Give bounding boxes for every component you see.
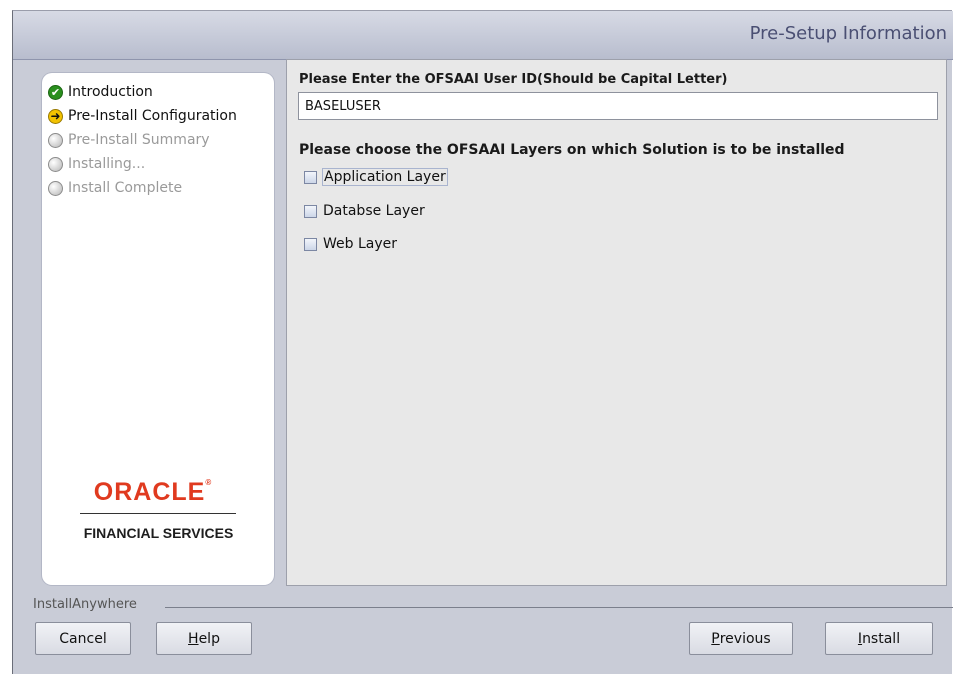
cancel-button[interactable]: Cancel xyxy=(35,622,131,655)
checkbox-box[interactable] xyxy=(304,204,317,218)
previous-button[interactable]: Previous xyxy=(689,622,793,655)
previous-label-rest: revious xyxy=(719,630,771,647)
checkbox-label: Web Layer xyxy=(323,236,398,252)
step-installing: Installing... xyxy=(48,153,145,175)
install-label-rest: nstall xyxy=(862,630,901,647)
footer-divider xyxy=(165,607,953,608)
oracle-logo: ORACLE® xyxy=(93,478,213,506)
title-bar: Pre-Setup Information xyxy=(13,11,953,60)
financial-services-text: FINANCIAL SERVICES xyxy=(83,525,234,541)
help-mnemonic: H xyxy=(188,630,199,647)
step-introduction: ✔ Introduction xyxy=(48,81,153,103)
layers-label: Please choose the OFSAAI Layers on which… xyxy=(299,142,845,158)
checkbox-box[interactable] xyxy=(304,237,317,251)
check-circle-icon: ✔ xyxy=(48,84,63,100)
empty-circle-icon xyxy=(48,132,63,148)
help-label-rest: elp xyxy=(198,630,220,647)
userid-label: Please Enter the OFSAAI User ID(Should b… xyxy=(299,72,728,87)
empty-circle-icon xyxy=(48,156,63,172)
checkbox-web-layer[interactable]: Web Layer xyxy=(304,233,397,255)
install-button[interactable]: Install xyxy=(825,622,933,655)
step-pre-install-summary: Pre-Install Summary xyxy=(48,129,210,151)
arrow-circle-icon: ➜ xyxy=(48,108,63,124)
step-label: Introduction xyxy=(68,84,153,100)
checkbox-database-layer[interactable]: Databse Layer xyxy=(304,200,425,222)
checkbox-box[interactable] xyxy=(304,170,317,184)
help-button[interactable]: Help xyxy=(156,622,252,655)
window-title: Pre-Setup Information xyxy=(749,23,947,44)
step-label: Installing... xyxy=(68,156,146,172)
userid-input[interactable] xyxy=(298,92,938,120)
installer-window: Pre-Setup Information ✔ Introduction ➜ P… xyxy=(12,10,953,674)
step-label: Pre-Install Summary xyxy=(68,132,210,148)
main-panel: Please Enter the OFSAAI User ID(Should b… xyxy=(286,59,947,586)
checkbox-application-layer[interactable]: Application Layer xyxy=(304,166,448,188)
installanywhere-label: InstallAnywhere xyxy=(33,597,145,612)
step-pre-install-configuration: ➜ Pre-Install Configuration xyxy=(48,105,237,127)
step-label: Install Complete xyxy=(68,180,183,196)
empty-circle-icon xyxy=(48,180,63,196)
steps-panel: ✔ Introduction ➜ Pre-Install Configurati… xyxy=(42,73,274,585)
step-install-complete: Install Complete xyxy=(48,177,182,199)
step-label: Pre-Install Configuration xyxy=(68,108,237,124)
checkbox-label: Databse Layer xyxy=(323,203,425,219)
logo-divider xyxy=(80,513,236,514)
checkbox-label: Application Layer xyxy=(322,168,448,186)
previous-mnemonic: P xyxy=(711,630,720,647)
